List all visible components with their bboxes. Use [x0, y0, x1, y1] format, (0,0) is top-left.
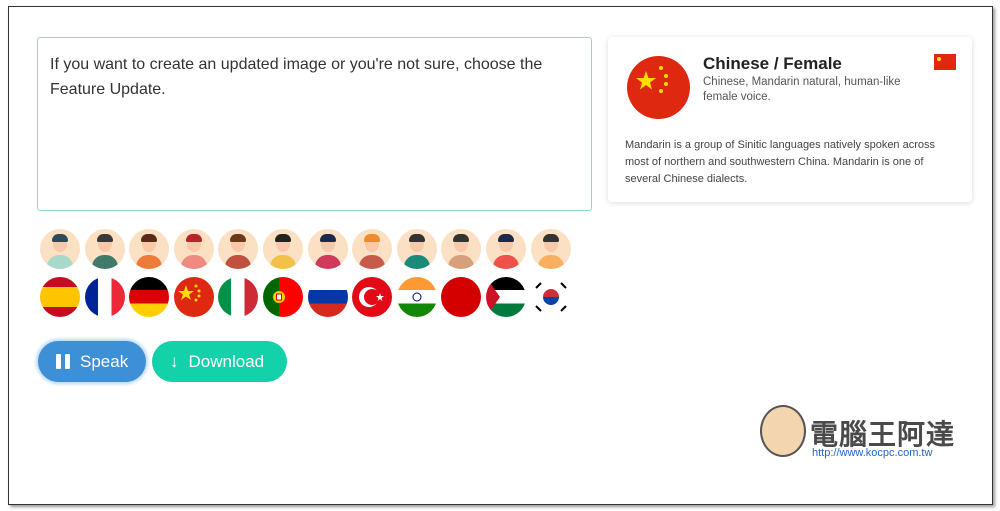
portugal-flag-icon[interactable] — [262, 277, 303, 317]
china-small-flag-icon — [934, 54, 956, 70]
voice-avatar-9[interactable] — [396, 229, 437, 269]
russia-flag-icon[interactable] — [307, 277, 348, 317]
flag-row — [40, 277, 571, 317]
spain-flag-icon[interactable] — [40, 277, 80, 317]
avatar-row — [40, 229, 571, 269]
voice-avatar-11[interactable] — [485, 229, 526, 269]
voice-avatar-6[interactable] — [262, 229, 303, 269]
china-flag-icon — [627, 56, 690, 119]
voice-avatar-8[interactable] — [352, 229, 393, 269]
download-arrow-icon: ↓ — [170, 351, 179, 371]
germany-flag-icon[interactable] — [129, 277, 170, 317]
voice-avatar-5[interactable] — [218, 229, 259, 269]
voice-card: Chinese / Female Chinese, Mandarin natur… — [608, 37, 972, 202]
voice-avatar-10[interactable] — [441, 229, 482, 269]
speak-button[interactable]: Speak — [38, 341, 146, 382]
pause-icon — [56, 354, 70, 369]
china-flag-icon[interactable] — [173, 277, 214, 317]
voice-subtitle: Chinese, Mandarin natural, human-like fe… — [703, 76, 901, 103]
japan-flag-icon[interactable] — [441, 277, 482, 317]
voice-avatar-3[interactable] — [129, 229, 170, 269]
watermark-logo-icon — [760, 405, 806, 457]
south-korea-flag-icon[interactable] — [530, 277, 571, 317]
voice-avatar-12[interactable] — [530, 229, 571, 269]
voice-avatar-7[interactable] — [307, 229, 348, 269]
speak-label: Speak — [80, 351, 129, 371]
palestine-flag-icon[interactable] — [485, 277, 526, 317]
voice-avatar-1[interactable] — [40, 229, 80, 269]
voice-avatar-2[interactable] — [84, 229, 125, 269]
text-input[interactable]: If you want to create an updated image o… — [37, 37, 592, 211]
watermark-url: http://www.kocpc.com.tw — [812, 447, 933, 459]
turkey-flag-icon[interactable] — [352, 277, 393, 317]
india-flag-icon[interactable] — [396, 277, 437, 317]
france-flag-icon[interactable] — [84, 277, 125, 317]
voice-avatar-4[interactable] — [173, 229, 214, 269]
voice-description: Mandarin is a group of Sinitic languages… — [625, 139, 936, 185]
voice-title: Chinese / Female — [703, 54, 842, 73]
italy-flag-icon[interactable] — [218, 277, 259, 317]
download-label: Download — [188, 351, 265, 371]
download-button[interactable]: ↓ Download — [152, 341, 287, 382]
